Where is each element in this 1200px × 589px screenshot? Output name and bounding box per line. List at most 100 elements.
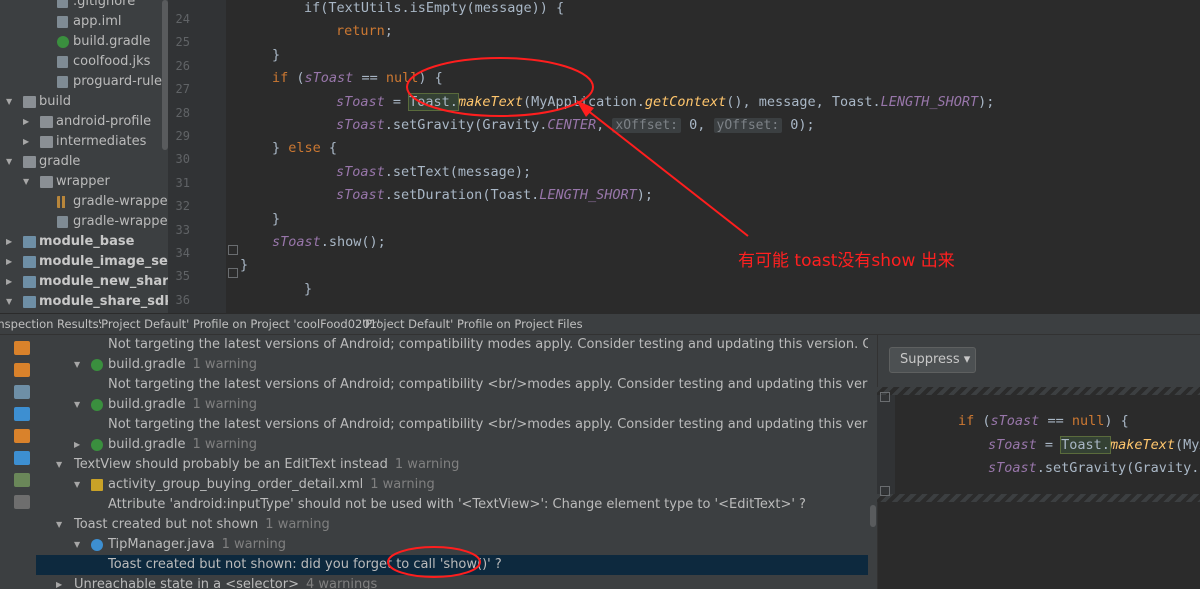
code-token: Toast. (1060, 435, 1111, 454)
chevron-right-icon[interactable]: ▶ (56, 575, 66, 589)
code-token: ); (978, 93, 995, 110)
chevron-right-icon[interactable]: ▶ (23, 112, 33, 132)
tree-item[interactable]: ▶ module_image_selector (0, 252, 168, 272)
tab-project-files[interactable]: 'Project Default' Profile on Project Fil… (362, 314, 583, 336)
tree-item[interactable]: build.gradle (0, 32, 168, 52)
code-token: makeText (457, 93, 523, 110)
suppress-button[interactable]: Suppress ▾ (889, 347, 976, 373)
warning-count: 1 warning (192, 437, 257, 452)
filter-icon[interactable] (14, 407, 30, 421)
code-token: .show(); (320, 234, 386, 250)
group-icon[interactable] (14, 385, 30, 399)
results-row[interactable]: Attribute 'android:inputType' should not… (36, 495, 877, 515)
chevron-down-icon[interactable]: ▼ (74, 535, 84, 555)
results-scrollbar[interactable] (870, 505, 876, 527)
tab-project-profile[interactable]: 'Project Default' Profile on Project 'co… (98, 314, 380, 336)
chevron-right-icon[interactable]: ▶ (74, 435, 84, 455)
fold-marker-icon[interactable] (880, 392, 890, 402)
chevron-down-icon[interactable]: ▼ (23, 172, 33, 192)
code-token: (MyApplication. (522, 93, 645, 110)
chevron-down-icon[interactable]: ▼ (56, 515, 66, 535)
gear-icon[interactable] (14, 495, 30, 509)
results-row[interactable]: Not targeting the latest versions of And… (36, 375, 877, 395)
chevron-down-icon[interactable]: ▼ (74, 355, 84, 375)
chevron-down-icon[interactable]: ▼ (74, 395, 84, 415)
code-token: { (320, 140, 338, 157)
tree-item[interactable]: gradle-wrapper.jar (0, 192, 168, 212)
results-row[interactable]: Not targeting the latest versions of And… (36, 335, 877, 355)
code-token: .setGravity(Gravity. (384, 117, 548, 133)
chevron-right-icon[interactable]: ▶ (6, 252, 16, 272)
file-icon (57, 216, 68, 228)
code-editor[interactable]: if(TextUtils.isEmpty(message)) {return;}… (226, 0, 1200, 313)
results-row[interactable]: ▼ TextView should probably be an EditText… (36, 455, 877, 475)
code-token: LENGTH_SHORT (539, 187, 637, 204)
results-row-label: Attribute 'android:inputType' should not… (108, 495, 806, 515)
inspection-results-tree[interactable]: Not targeting the latest versions of And… (36, 335, 877, 589)
folder-icon (40, 116, 53, 128)
tree-item[interactable]: coolfood.jks (0, 52, 168, 72)
line-number: 31 (175, 175, 190, 190)
edit-settings-icon[interactable] (14, 451, 30, 465)
chevron-down-icon[interactable]: ▼ (74, 475, 84, 495)
warning-count: 4 warnings (305, 577, 378, 589)
chevron-down-icon[interactable]: ▼ (6, 292, 16, 312)
code-token: if (958, 413, 983, 429)
line-number: 24 (175, 12, 190, 26)
fold-marker-icon[interactable] (880, 486, 890, 496)
line-number: 28 (175, 105, 190, 120)
quickfix-icon[interactable] (14, 473, 30, 487)
tree-item[interactable]: ▶ android-profile (0, 112, 168, 132)
results-row[interactable]: Not targeting the latest versions of And… (36, 415, 877, 435)
fold-marker-icon[interactable] (228, 268, 238, 278)
inspection-toolbar (0, 335, 36, 589)
warning-count: 1 warning (394, 457, 460, 472)
results-row[interactable]: ▼ activity_group_buying_order_detail.xml 1… (36, 475, 877, 495)
tree-item[interactable]: gradle-wrapper.properties (0, 212, 168, 232)
chevron-down-icon[interactable]: ▼ (6, 92, 16, 112)
line-number: 25 (175, 35, 190, 50)
code-token: sToast (336, 93, 385, 110)
tree-item[interactable]: ▶ module_base (0, 232, 168, 252)
results-row-text: TipManager.java (108, 537, 215, 552)
tree-item[interactable]: proguard-rules.pro (0, 72, 168, 92)
tree-item-label: build.gradle (73, 34, 151, 49)
tree-item[interactable]: .gitignore (0, 0, 168, 12)
results-row-selected[interactable]: Toast created but not shown: did you for… (36, 555, 877, 575)
tree-item[interactable]: ▼ build (0, 92, 168, 112)
module-icon (23, 296, 36, 308)
rerun-icon[interactable] (14, 341, 30, 355)
code-token: (), message, Toast. (726, 93, 881, 110)
chevron-down-icon[interactable]: ▼ (6, 152, 16, 172)
tree-item[interactable]: ▼ wrapper (0, 172, 168, 192)
line-number: 29 (175, 129, 190, 143)
preview-gutter (877, 387, 895, 502)
results-row[interactable]: ▼ Toast created but not shown 1 warning (36, 515, 877, 535)
results-row[interactable]: ▼ build.gradle 1 warning (36, 395, 877, 415)
chevron-right-icon[interactable]: ▶ (6, 272, 16, 292)
close-icon[interactable] (14, 363, 30, 377)
export-icon[interactable] (14, 429, 30, 443)
results-row-label: Not targeting the latest versions of And… (108, 375, 877, 395)
results-row-label: build.gradle 1 warning (108, 435, 257, 455)
tree-item[interactable]: ▶ module_new_share_sdk (0, 272, 168, 292)
jar-icon (57, 196, 67, 208)
inspection-tab-bar: Inspection Results: 'Project Default' Pr… (0, 313, 1200, 335)
fold-marker-icon[interactable] (228, 245, 238, 255)
chevron-right-icon[interactable]: ▶ (23, 132, 33, 152)
line-number: 36 (175, 292, 190, 307)
tree-item[interactable]: ▶ intermediates (0, 132, 168, 152)
results-row[interactable]: ▶ build.gradle 1 warning (36, 435, 877, 455)
tree-item[interactable]: app.iml (0, 12, 168, 32)
chevron-down-icon[interactable]: ▼ (56, 455, 66, 475)
file-icon (57, 76, 68, 88)
results-row[interactable]: ▶ Unreachable state in a <selector> 4 warn… (36, 575, 877, 589)
tree-item[interactable]: ▼ gradle (0, 152, 168, 172)
chevron-right-icon[interactable]: ▶ (6, 232, 16, 252)
results-row[interactable]: ▼ build.gradle 1 warning (36, 355, 877, 375)
code-token: ( (982, 413, 991, 429)
preview-cut-top (877, 387, 1200, 395)
line-number: 35 (175, 269, 190, 284)
results-row[interactable]: ▼ TipManager.java 1 warning (36, 535, 877, 555)
tree-item[interactable]: ▼ module_share_sdk (0, 292, 168, 312)
